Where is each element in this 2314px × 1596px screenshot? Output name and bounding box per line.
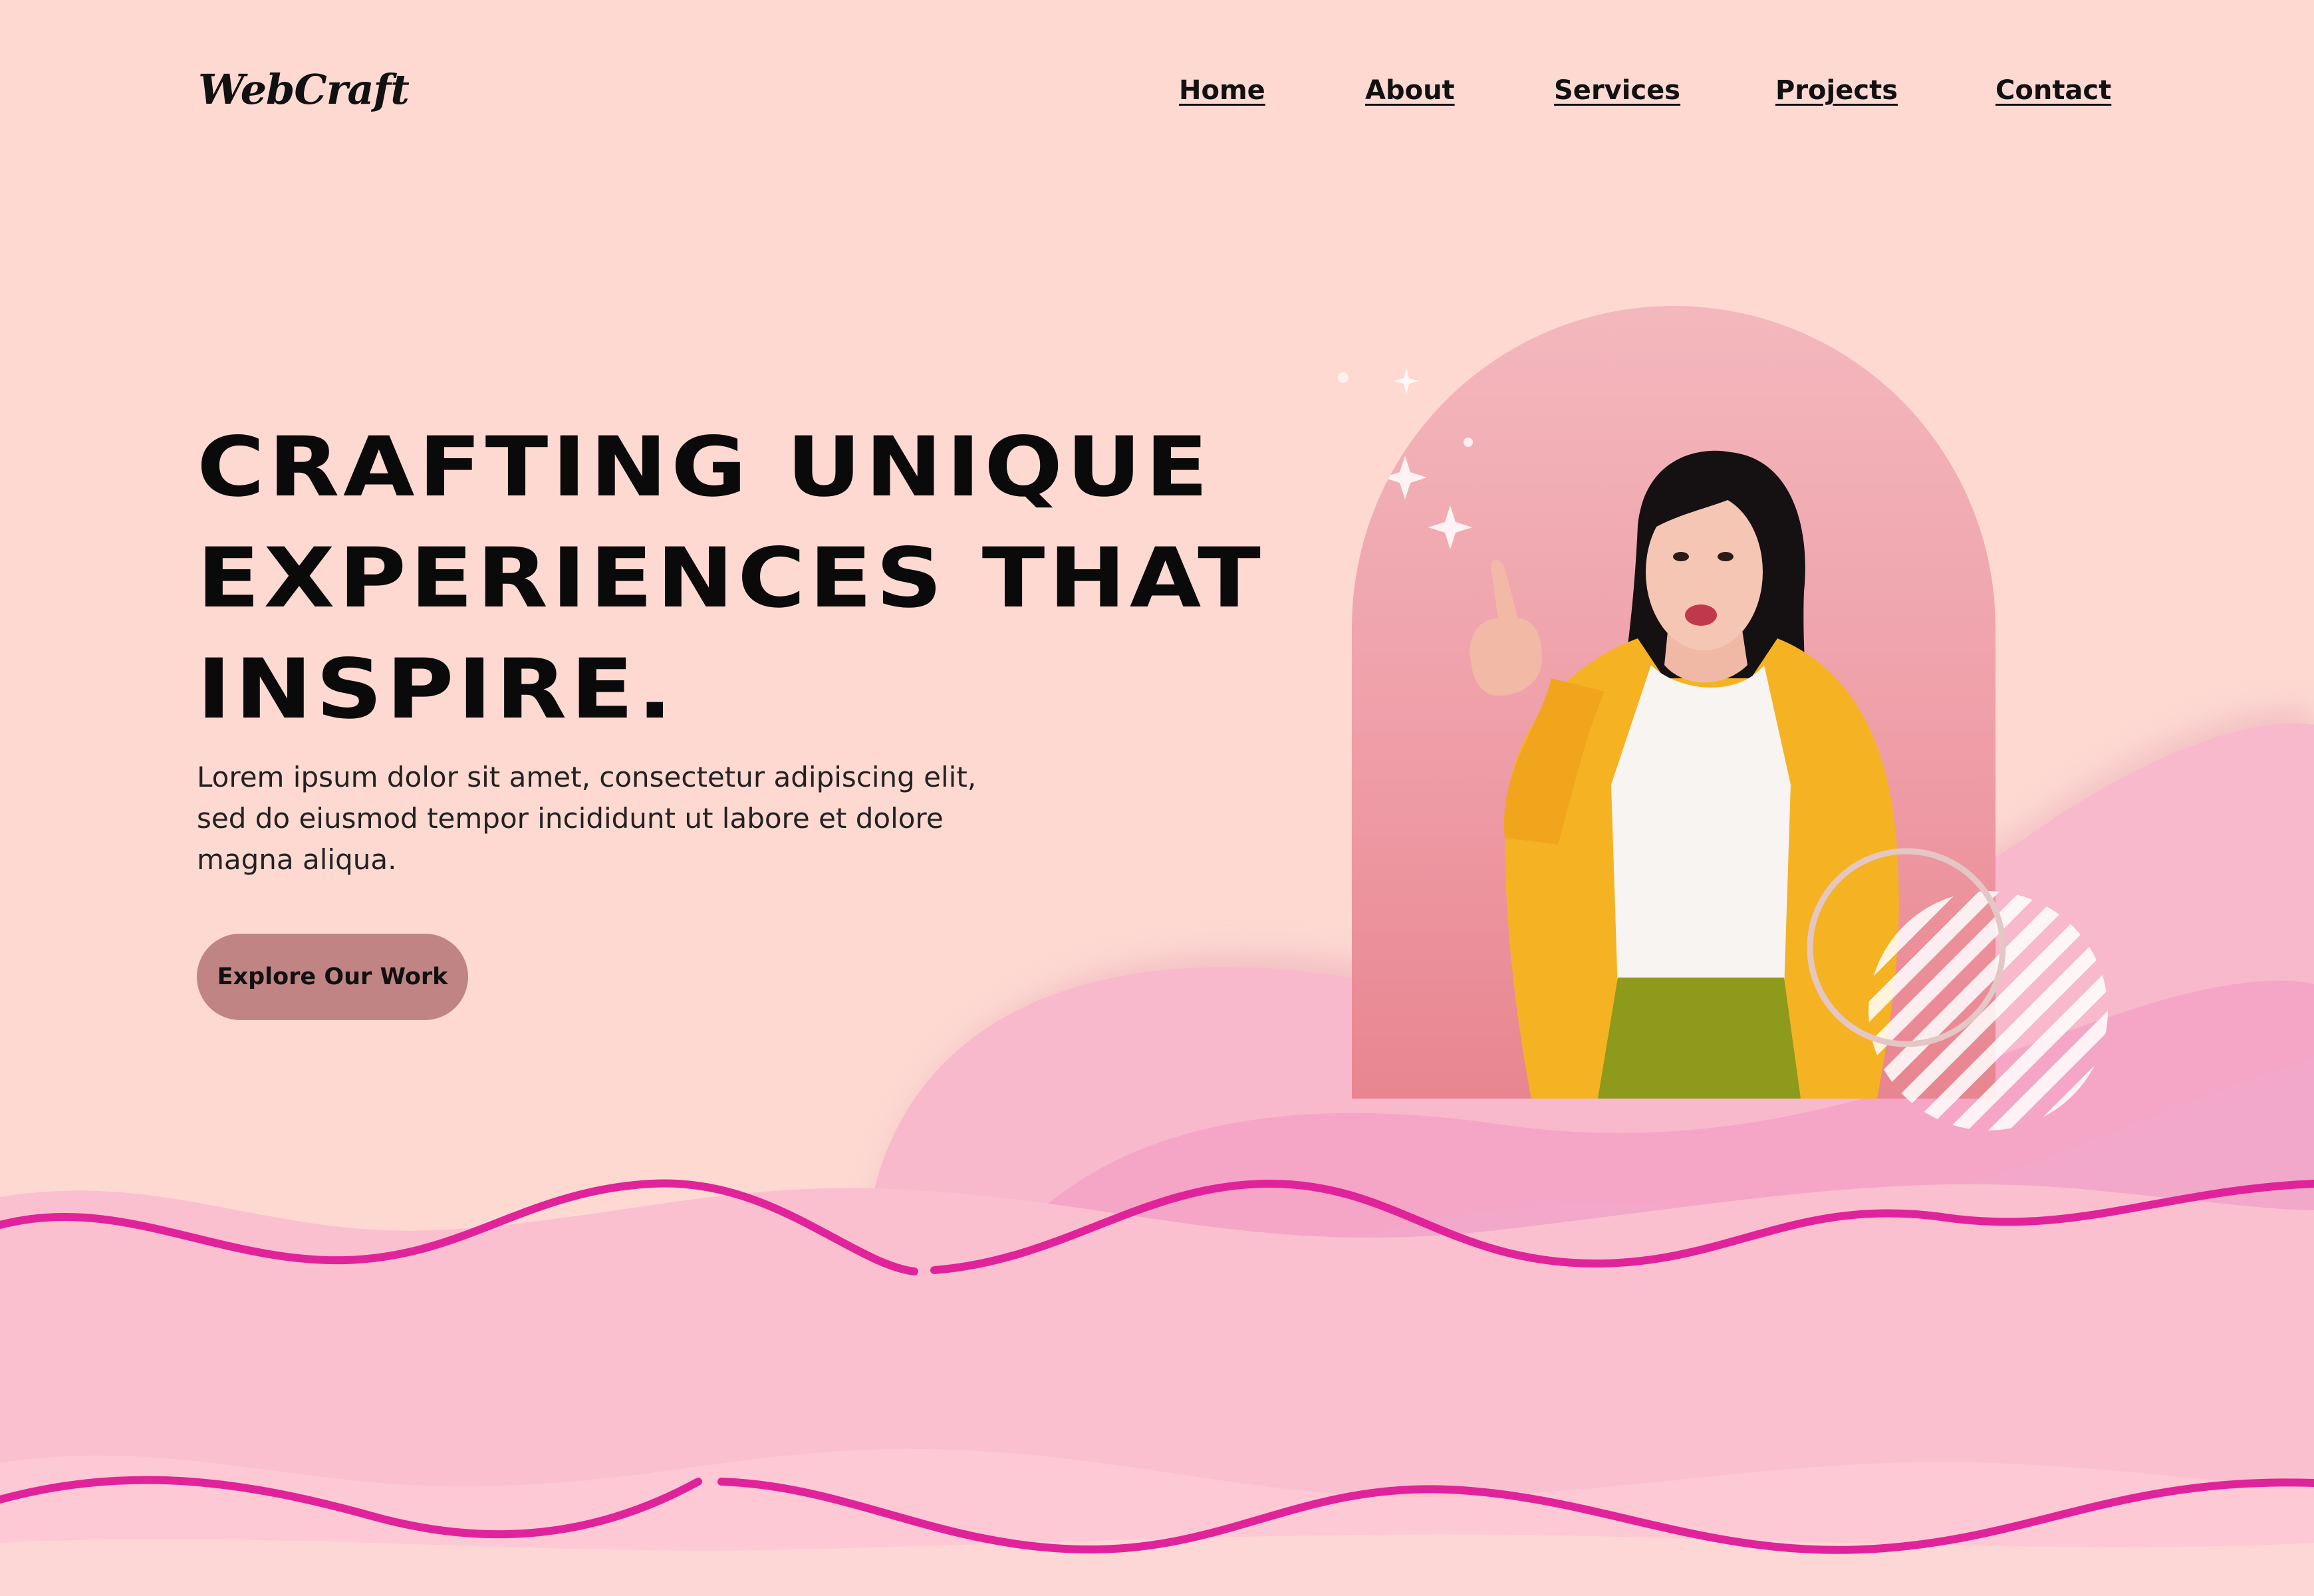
eye-right [1718,552,1734,561]
ring-decoration [1807,848,2006,1047]
eye-left [1673,552,1689,561]
skirt-shape [1598,978,1801,1099]
shirt-shape [1611,665,1791,991]
headline-line-1: CRAFTING UNIQUE [197,420,1212,515]
main-nav: Home About Services Projects Contact [0,75,2314,115]
headline-line-2: EXPERIENCES THAT [197,531,1265,626]
lead-line-2: sed do eiusmod tempor incididunt ut labo… [197,802,944,835]
pointing-hand [1470,559,1542,696]
nav-projects[interactable]: Projects [1775,75,1898,106]
nav-home[interactable]: Home [1179,75,1265,106]
hero-lead: Lorem ipsum dolor sit amet, consectetur … [197,757,995,880]
nav-contact[interactable]: Contact [1995,75,2111,106]
nav-services[interactable]: Services [1554,75,1680,106]
headline-line-3: INSPIRE. [197,642,676,737]
dot-decoration [1464,438,1473,447]
nav-about[interactable]: About [1365,75,1455,106]
sparkle-icon [1428,505,1472,549]
sparkle-icon [1393,368,1420,394]
sparkle-icon [1338,372,1349,383]
mouth [1685,604,1717,626]
lead-line-3: magna aliqua. [197,843,397,876]
hero-headline: CRAFTING UNIQUE EXPERIENCES THAT INSPIRE… [197,412,1314,745]
explore-work-button[interactable]: Explore Our Work [197,934,468,1020]
lead-line-1: Lorem ipsum dolor sit amet, consectetur … [197,761,977,793]
